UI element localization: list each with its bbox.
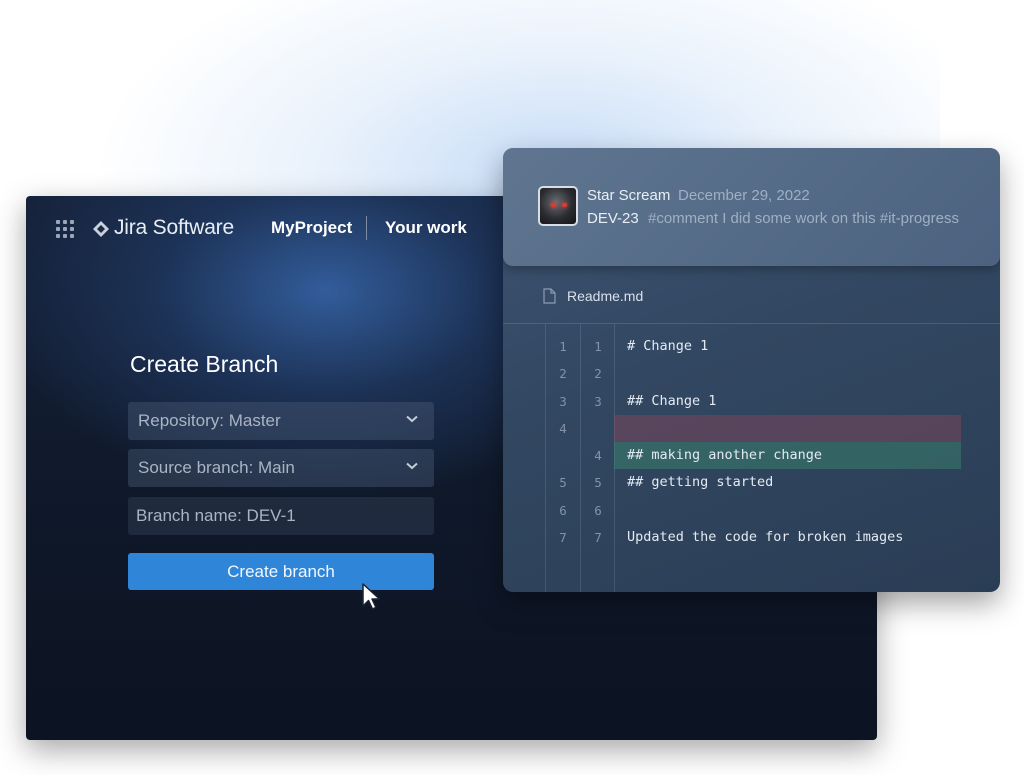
code-line: ## getting started (627, 474, 774, 490)
diff-row: 5 5 ## getting started (503, 469, 1000, 496)
commit-date: December 29, 2022 (678, 187, 810, 204)
avatar[interactable] (538, 186, 578, 226)
removed-highlight (614, 415, 961, 442)
file-name: Readme.md (567, 288, 644, 304)
diff-row: 2 2 (503, 360, 1000, 387)
branch-name-input[interactable]: Branch name: DEV-1 (128, 497, 434, 535)
old-line-number: 6 (559, 503, 567, 518)
create-branch-button[interactable]: Create branch (128, 553, 434, 590)
diff-row-added: 4 ## making another change (503, 442, 1000, 469)
old-line-number: 7 (559, 530, 567, 545)
jira-diamond-icon (93, 221, 109, 237)
source-branch-select[interactable]: Source branch: Main (128, 449, 434, 487)
code-line: Updated the code for broken images (627, 529, 904, 545)
old-line-number: 5 (559, 475, 567, 490)
commit-issue-key[interactable]: DEV-23 (587, 210, 639, 227)
old-line-number: 2 (559, 366, 567, 381)
old-line-number: 3 (559, 394, 567, 409)
diff-row: 6 6 (503, 497, 1000, 524)
diff-row: 3 3 ## Change 1 (503, 388, 1000, 415)
nav-item-your-work[interactable]: Your work (385, 218, 467, 238)
new-line-number: 5 (594, 475, 602, 490)
nav-item-myproject[interactable]: MyProject (271, 218, 352, 238)
source-branch-select-value: Source branch: Main (138, 458, 295, 477)
commit-message: #comment I did some work on this #it-pro… (648, 210, 959, 227)
nav-divider (366, 216, 367, 240)
product-name[interactable]: Jira Software (114, 216, 234, 240)
new-line-number: 6 (594, 503, 602, 518)
commit-author[interactable]: Star Scream (587, 187, 670, 204)
file-icon (543, 288, 556, 304)
branch-name-placeholder: Branch name: DEV-1 (136, 506, 296, 525)
diff-row-removed: 4 (503, 415, 1000, 442)
repository-select[interactable]: Repository: Master (128, 402, 434, 440)
diff-row: 7 7 Updated the code for broken images (503, 524, 1000, 551)
chevron-down-icon (406, 462, 418, 470)
new-line-number: 7 (594, 530, 602, 545)
code-line: ## Change 1 (627, 393, 717, 409)
commit-header: Star Scream December 29, 2022 DEV-23 #co… (503, 148, 1000, 266)
code-line: ## making another change (627, 447, 823, 463)
new-line-number: 2 (594, 366, 602, 381)
mouse-pointer-icon (362, 583, 381, 610)
commit-diff-panel: Star Scream December 29, 2022 DEV-23 #co… (503, 148, 1000, 592)
new-line-number: 3 (594, 394, 602, 409)
new-line-number: 1 (594, 339, 602, 354)
create-branch-title: Create Branch (130, 351, 279, 377)
new-line-number: 4 (594, 448, 602, 463)
divider (503, 323, 1000, 324)
code-line: # Change 1 (627, 338, 709, 354)
repository-select-value: Repository: Master (138, 411, 281, 430)
diff-row: 1 1 # Change 1 (503, 333, 1000, 360)
app-switcher-grid-icon[interactable] (56, 220, 74, 238)
old-line-number: 4 (559, 421, 567, 436)
old-line-number: 1 (559, 339, 567, 354)
chevron-down-icon (406, 415, 418, 423)
